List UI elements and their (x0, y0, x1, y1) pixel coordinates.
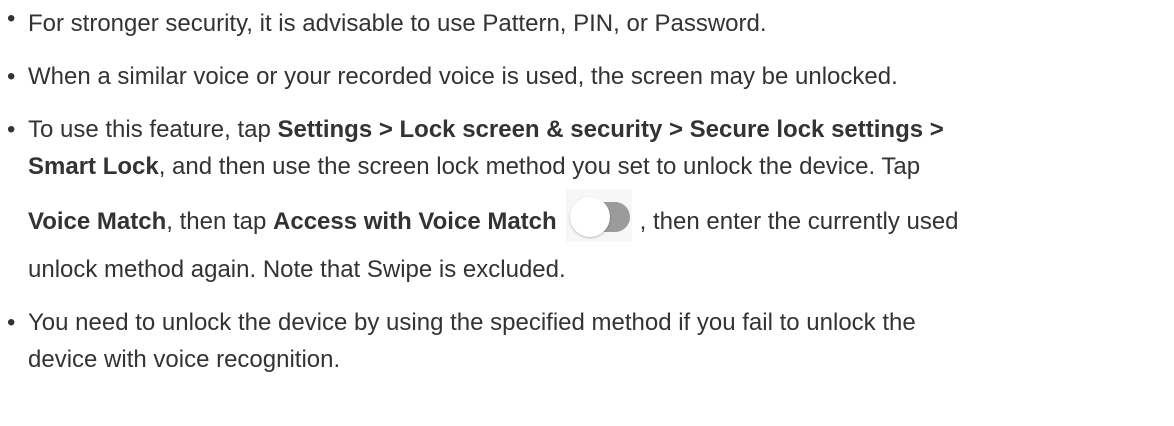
bullet-text: When a similar voice or your recorded vo… (28, 63, 898, 90)
list-item-security-advice: For stronger security, it is advisable t… (7, 0, 1174, 42)
bullet-text-line-1: You need to unlock the device by using t… (28, 309, 916, 336)
list-item-fallback-unlock: You need to unlock the device by using t… (7, 304, 1174, 378)
settings-path-part-1: Settings > Lock screen & security > Secu… (277, 116, 944, 143)
list-item-similar-voice-warning: When a similar voice or your recorded vo… (7, 58, 1174, 95)
instruction-after-toggle: , then enter the currently used (639, 208, 959, 235)
list-item-setup-instructions: To use this feature, tap Settings > Lock… (7, 111, 1174, 288)
instruction-intro: To use this feature, tap (28, 116, 278, 143)
access-with-voice-match-label: Access with Voice Match (273, 208, 557, 235)
toggle-switch-off-icon (565, 189, 632, 242)
instruction-line-3: Voice Match, then tap Access with Voice … (28, 189, 1174, 251)
document-content: For stronger security, it is advisable t… (0, 0, 1174, 378)
instruction-then-tap: , then tap (166, 208, 274, 235)
instruction-line-1: To use this feature, tap Settings > Lock… (28, 111, 1174, 148)
instruction-line-4: unlock method again. Note that Swipe is … (28, 256, 566, 283)
bullet-text-line-2: device with voice recognition. (28, 346, 341, 373)
instruction-after-path: , and then use the screen lock method yo… (158, 153, 921, 180)
toggle-knob (569, 197, 610, 237)
tips-list: For stronger security, it is advisable t… (7, 0, 1174, 378)
settings-path-part-2: Smart Lock (28, 153, 159, 180)
voice-match-label: Voice Match (28, 208, 167, 235)
instruction-line-2: Smart Lock, and then use the screen lock… (28, 148, 1174, 185)
bullet-text: For stronger security, it is advisable t… (28, 10, 767, 37)
